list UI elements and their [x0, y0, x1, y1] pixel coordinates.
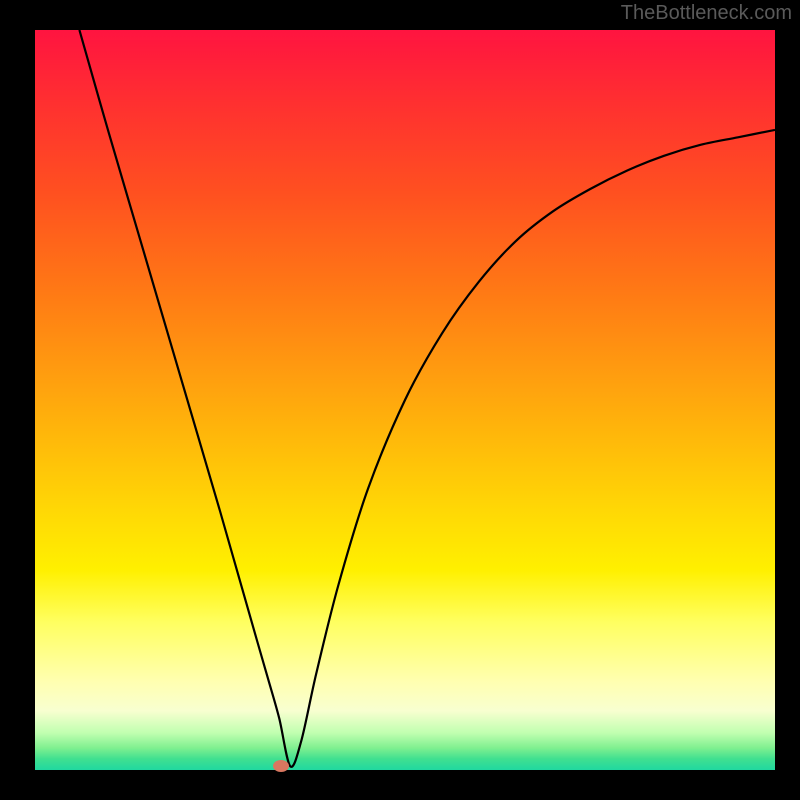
watermark-text: TheBottleneck.com — [621, 2, 792, 25]
bottleneck-curve-path — [79, 30, 775, 767]
curve-svg — [35, 30, 775, 770]
chart-plot-area — [35, 30, 775, 770]
optimal-point-dot — [273, 760, 289, 772]
